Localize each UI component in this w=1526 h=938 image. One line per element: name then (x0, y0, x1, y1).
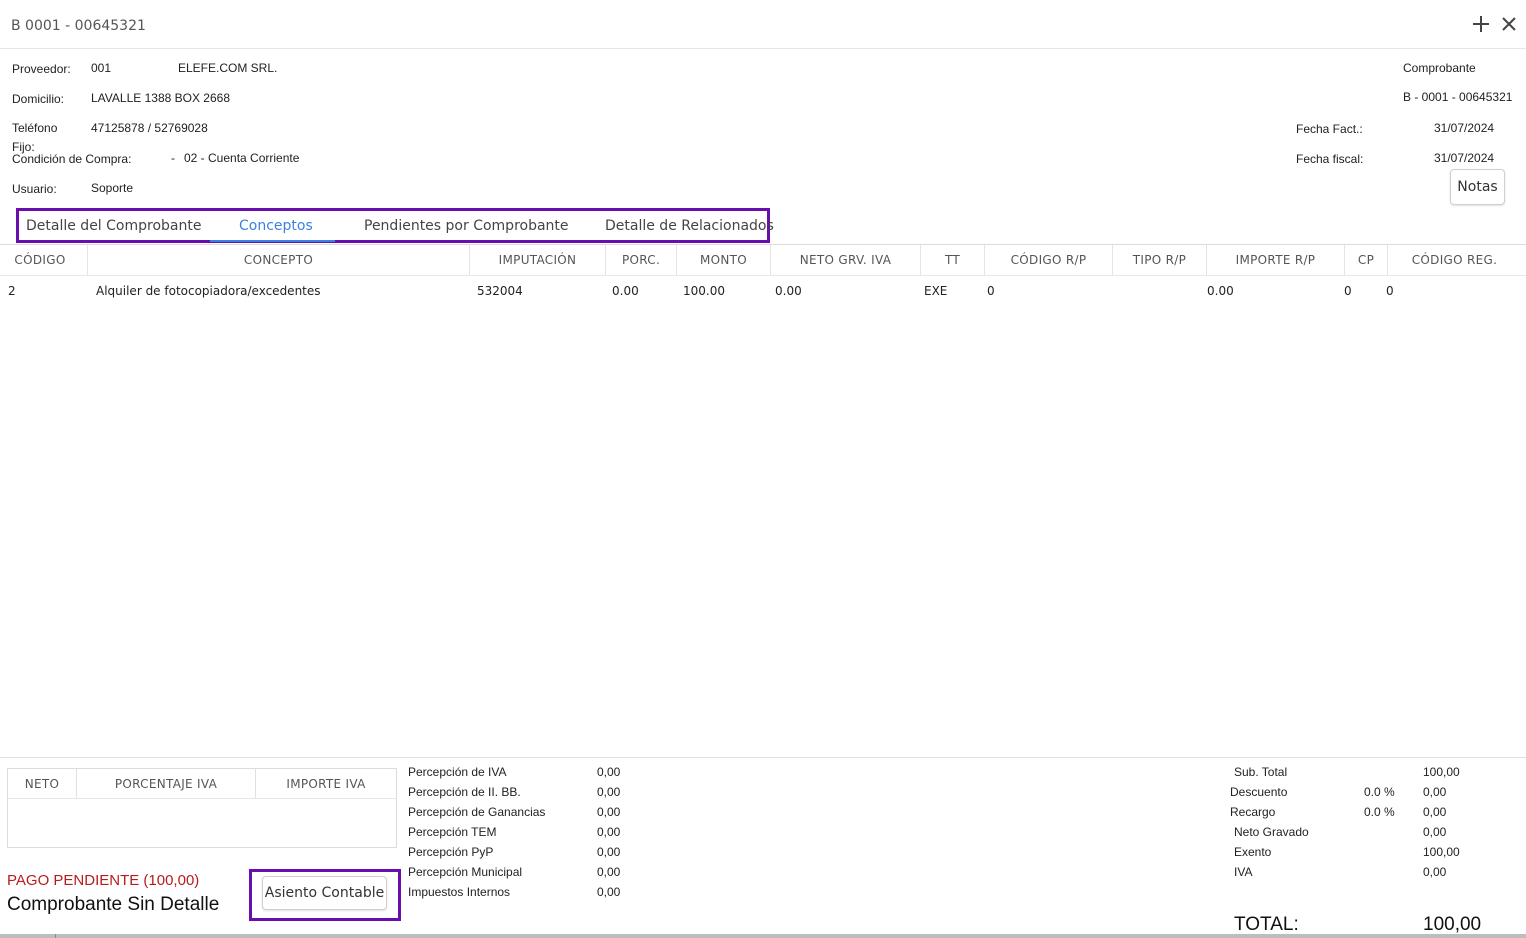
title-divider (0, 48, 1526, 49)
percepcion-municipal-label: Percepción Municipal (408, 865, 523, 879)
asiento-contable-button[interactable]: Asiento Contable (262, 876, 387, 910)
exento-value: 100,00 (1423, 845, 1460, 859)
domicilio-label: Domicilio: (12, 92, 65, 106)
iva-label: IVA (1234, 865, 1253, 879)
cell-codigo[interactable]: 2 (8, 284, 16, 298)
recargo-pct: 0.0 % (1364, 805, 1395, 819)
percepcion-iva-label: Percepción de IVA (408, 765, 507, 779)
column-header-tipo-rp[interactable]: TIPO R/P (1113, 253, 1206, 267)
active-tab-indicator (210, 240, 335, 242)
scrollbar-thumb-edge[interactable] (55, 934, 56, 938)
cell-importe-rp[interactable]: 0.00 (1207, 284, 1234, 298)
condicion-value: 02 - Cuenta Corriente (184, 151, 300, 165)
telefono-label: Teléfono (12, 121, 58, 135)
comprobante-label: Comprobante (1403, 61, 1476, 75)
iva-table-header-border (7, 798, 397, 799)
footer-divider (0, 757, 1526, 758)
column-header-codigo-reg[interactable]: CÓDIGO REG. (1388, 253, 1521, 267)
window-title: B 0001 - 00645321 (11, 18, 146, 34)
fecha-fiscal-label: Fecha fiscal: (1296, 152, 1364, 166)
notas-button[interactable]: Notas (1450, 169, 1505, 205)
cell-neto-grv-iva[interactable]: 0.00 (775, 284, 802, 298)
cell-imputacion[interactable]: 532004 (477, 284, 523, 298)
cell-codigo-reg[interactable]: 0 (1386, 284, 1394, 298)
condicion-label: Condición de Compra: (12, 152, 132, 166)
cell-tt[interactable]: EXE (924, 284, 947, 298)
iva-value: 0,00 (1423, 865, 1447, 879)
fecha-fact-label: Fecha Fact.: (1296, 122, 1363, 136)
cell-porc[interactable]: 0.00 (612, 284, 639, 298)
impuestos-internos-label: Impuestos Internos (408, 885, 511, 899)
descuento-value: 0,00 (1423, 785, 1447, 799)
cell-cp[interactable]: 0 (1344, 284, 1352, 298)
fecha-fiscal-value: 31/07/2024 (1434, 151, 1495, 165)
condicion-dash: - (171, 151, 175, 165)
iva-header-porcentaje[interactable]: PORCENTAJE IVA (77, 777, 255, 791)
percepcion-municipal-value: 0,00 (597, 865, 621, 879)
percepcion-iva-value: 0,00 (597, 765, 621, 779)
percepcion-iibb-label: Percepción de II. BB. (408, 785, 521, 799)
proveedor-code: 001 (91, 61, 112, 75)
column-header-neto-grv-iva[interactable]: NETO GRV. IVA (771, 253, 920, 267)
comprobante-sin-detalle-status: Comprobante Sin Detalle (7, 894, 220, 915)
impuestos-internos-value: 0,00 (597, 885, 621, 899)
percepcion-ganancias-value: 0,00 (597, 805, 621, 819)
column-header-codigo[interactable]: CÓDIGO (0, 253, 80, 267)
percepcion-tem-label: Percepción TEM (408, 825, 497, 839)
column-header-imputacion[interactable]: IMPUTACIÓN (470, 253, 605, 267)
percepcion-pyp-value: 0,00 (597, 845, 621, 859)
descuento-label: Descuento (1230, 785, 1288, 799)
column-header-concepto[interactable]: CONCEPTO (88, 253, 469, 267)
percepcion-ganancias-label: Percepción de Ganancias (408, 805, 546, 819)
telefono-value: 47125878 / 52769028 (91, 121, 208, 135)
recargo-label: Recargo (1230, 805, 1276, 819)
neto-gravado-value: 0,00 (1423, 825, 1447, 839)
usuario-label: Usuario: (12, 182, 57, 196)
comprobante-value: B - 0001 - 00645321 (1403, 90, 1513, 104)
cell-concepto[interactable]: Alquiler de fotocopiadora/excedentes (96, 284, 321, 298)
exento-label: Exento (1234, 845, 1272, 859)
subtotal-label: Sub. Total (1234, 765, 1288, 779)
tab-detalle-comprobante[interactable]: Detalle del Comprobante (26, 218, 201, 234)
cell-monto[interactable]: 100.00 (683, 284, 725, 298)
iva-header-neto[interactable]: NETO (8, 777, 76, 791)
proveedor-label: Proveedor: (12, 62, 71, 76)
total-value: 100,00 (1423, 914, 1482, 935)
usuario-value: Soporte (91, 181, 134, 195)
total-label: TOTAL: (1234, 914, 1299, 935)
column-header-tt[interactable]: TT (921, 253, 984, 267)
plus-icon[interactable] (1469, 12, 1493, 36)
column-header-cp[interactable]: CP (1345, 253, 1387, 267)
recargo-value: 0,00 (1423, 805, 1447, 819)
domicilio-value: LAVALLE 1388 BOX 2668 (91, 91, 230, 105)
close-icon[interactable] (1497, 12, 1521, 36)
proveedor-name: ELEFE.COM SRL. (178, 61, 278, 75)
fecha-fact-value: 31/07/2024 (1434, 121, 1495, 135)
tab-conceptos[interactable]: Conceptos (239, 218, 313, 234)
column-header-importe-rp[interactable]: IMPORTE R/P (1207, 253, 1344, 267)
column-header-porc[interactable]: PORC. (606, 253, 676, 267)
tab-relacionados[interactable]: Detalle de Relacionados (605, 218, 774, 234)
table-top-border (0, 244, 1526, 245)
percepcion-pyp-label: Percepción PyP (408, 845, 494, 859)
iva-header-importe[interactable]: IMPORTE IVA (256, 777, 396, 791)
descuento-pct: 0.0 % (1364, 785, 1395, 799)
percepcion-iibb-value: 0,00 (597, 785, 621, 799)
pago-pendiente-status: PAGO PENDIENTE (100,00) (7, 872, 200, 889)
table-header-border (0, 275, 1526, 276)
cell-codigo-rp[interactable]: 0 (987, 284, 995, 298)
subtotal-value: 100,00 (1423, 765, 1460, 779)
horizontal-scrollbar[interactable] (0, 934, 1526, 938)
column-header-monto[interactable]: MONTO (677, 253, 770, 267)
tab-pendientes[interactable]: Pendientes por Comprobante (364, 218, 569, 234)
neto-gravado-label: Neto Gravado (1234, 825, 1309, 839)
column-header-codigo-rp[interactable]: CÓDIGO R/P (985, 253, 1112, 267)
percepcion-tem-value: 0,00 (597, 825, 621, 839)
